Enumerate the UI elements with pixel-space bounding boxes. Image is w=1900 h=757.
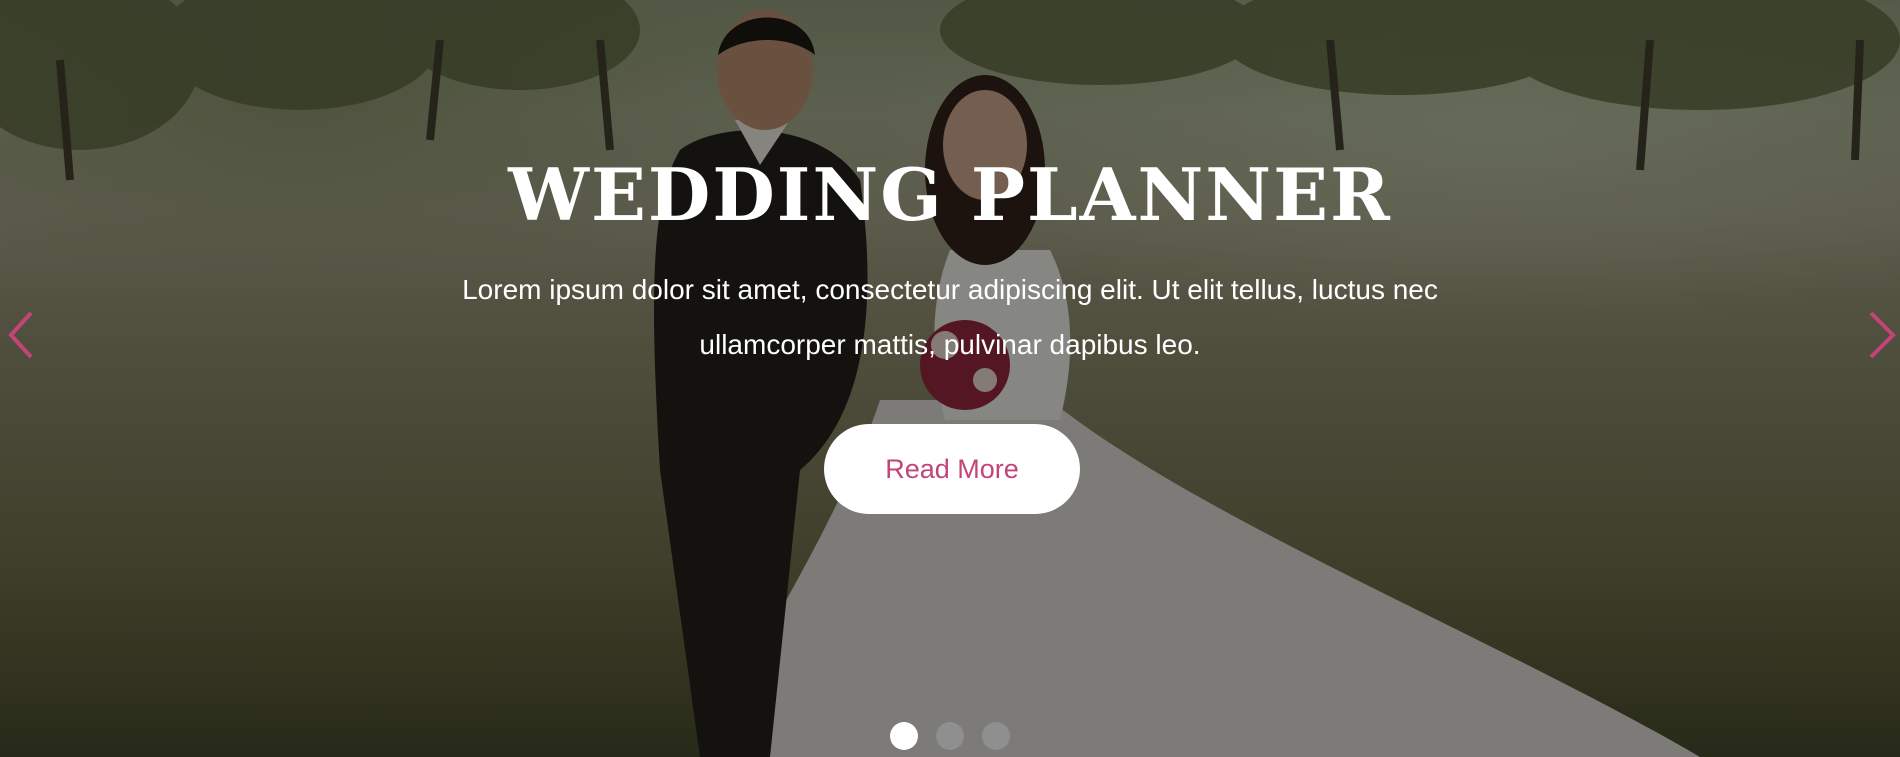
prev-slide-button[interactable] xyxy=(0,300,40,370)
slide-content: WEDDING PLANNER Lorem ipsum dolor sit am… xyxy=(0,0,1900,757)
pagination-dot-2[interactable] xyxy=(936,722,964,750)
pagination-dot-1[interactable] xyxy=(890,722,918,750)
read-more-button[interactable]: Read More xyxy=(824,424,1080,514)
next-slide-button[interactable] xyxy=(1862,300,1900,370)
slide-pagination xyxy=(890,722,1010,750)
pagination-dot-3[interactable] xyxy=(982,722,1010,750)
chevron-right-icon xyxy=(1869,311,1896,359)
hero-slider: WEDDING PLANNER Lorem ipsum dolor sit am… xyxy=(0,0,1900,757)
chevron-left-icon xyxy=(8,311,33,359)
slide-description: Lorem ipsum dolor sit amet, consectetur … xyxy=(462,274,1438,360)
slide-title: WEDDING PLANNER xyxy=(508,152,1392,237)
